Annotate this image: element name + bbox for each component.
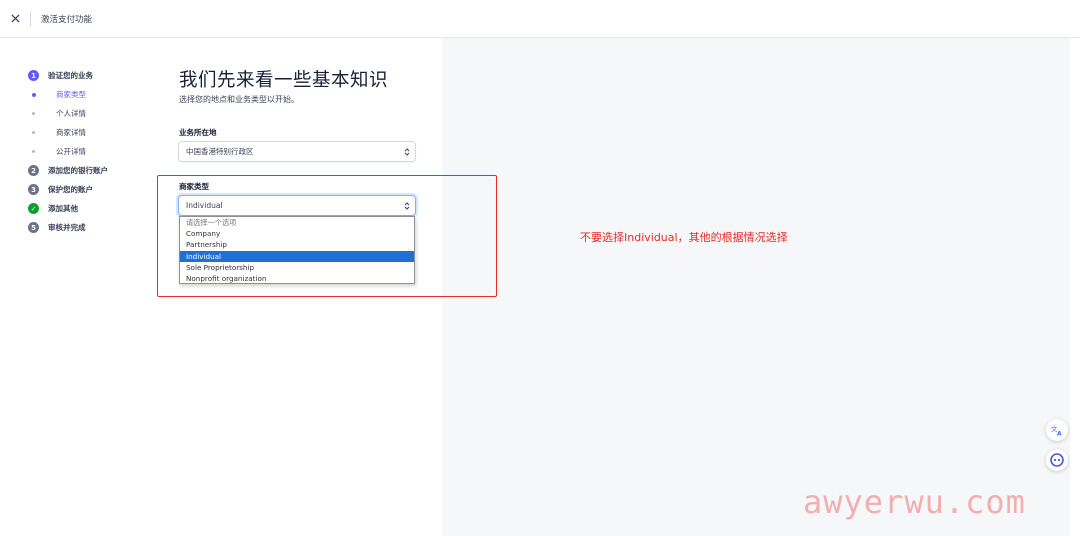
- substep-dot: [28, 131, 39, 134]
- substep-business-type[interactable]: 商家类型: [28, 85, 158, 104]
- location-select[interactable]: 中国香港特别行政区: [178, 141, 416, 162]
- step-number: 5: [28, 222, 39, 233]
- step-number: 2: [28, 165, 39, 176]
- step-label: 审核并完成: [48, 223, 86, 232]
- step-add-other[interactable]: ✓ 添加其他: [28, 199, 158, 218]
- step-label: 添加其他: [48, 204, 78, 213]
- header-title: 激活支付功能: [41, 14, 93, 25]
- substep-public-details[interactable]: 公开详情: [28, 142, 158, 161]
- location-value: 中国香港特别行政区: [186, 147, 254, 156]
- svg-text:A: A: [1057, 431, 1062, 437]
- checkmark-icon: ✓: [28, 203, 39, 214]
- step-number: 3: [28, 184, 39, 195]
- right-preview-panel: [442, 38, 1070, 536]
- step-label: 保护您的账户: [48, 185, 93, 194]
- header-divider: [30, 11, 31, 26]
- substep-personal-details[interactable]: 个人详情: [28, 104, 158, 123]
- translate-icon[interactable]: 文 A: [1046, 419, 1068, 441]
- watermark: awyerwu.com: [803, 483, 1026, 521]
- top-bar: 激活支付功能: [0, 0, 1080, 38]
- chevron-updown-icon: [404, 147, 410, 156]
- step-review-finish[interactable]: 5 审核并完成: [28, 218, 158, 237]
- step-label: 验证您的业务: [48, 71, 93, 80]
- step-label: 添加您的银行账户: [48, 166, 108, 175]
- page-subtitle: 选择您的地点和业务类型以开始。: [179, 95, 299, 104]
- annotation-note: 不要选择Individual，其他的根据情况选择: [580, 231, 788, 244]
- substep-label: 商家类型: [56, 90, 86, 99]
- annotation-highlight-box: [157, 175, 497, 297]
- scrollbar[interactable]: [1070, 38, 1080, 536]
- substep-label: 个人详情: [56, 109, 86, 118]
- location-label: 业务所在地: [179, 128, 217, 137]
- step-verify-business[interactable]: 1 验证您的业务: [28, 66, 158, 85]
- substep-merchant-details[interactable]: 商家详情: [28, 123, 158, 142]
- substep-label: 公开详情: [56, 147, 86, 156]
- step-protect-account[interactable]: 3 保护您的账户: [28, 180, 158, 199]
- chat-assistant-icon[interactable]: [1046, 449, 1068, 471]
- page-title: 我们先来看一些基本知识: [179, 70, 389, 91]
- substep-label: 商家详情: [56, 128, 86, 137]
- progress-stepper: 1 验证您的业务 商家类型 个人详情 商家详情 公开详情 2 添加您的银行账户 …: [28, 66, 158, 237]
- step-number: 1: [28, 70, 39, 81]
- substep-dot: [28, 92, 39, 97]
- close-icon[interactable]: [0, 0, 30, 38]
- step-add-bank-account[interactable]: 2 添加您的银行账户: [28, 161, 158, 180]
- substep-dot: [28, 112, 39, 115]
- substep-dot: [28, 150, 39, 153]
